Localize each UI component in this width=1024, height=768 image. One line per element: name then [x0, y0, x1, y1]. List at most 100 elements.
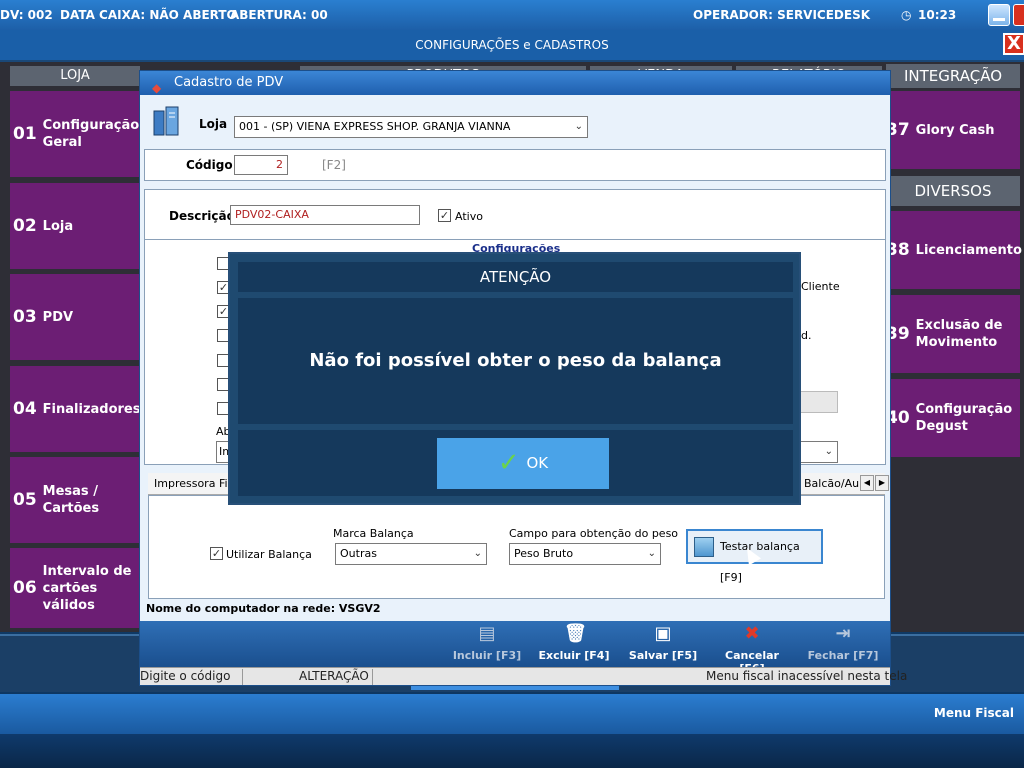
- tile-label: Licenciamento: [915, 242, 1022, 258]
- utilizar-balanca-checkbox[interactable]: ✓: [210, 547, 223, 560]
- status-divider: [372, 669, 373, 685]
- tile-loja[interactable]: 02 Loja: [10, 183, 140, 269]
- incluir-button[interactable]: ▤ Incluir [F3]: [452, 623, 522, 662]
- clock-time: 10:23: [918, 8, 957, 22]
- descricao-input[interactable]: PDV02-CAIXA: [230, 205, 420, 225]
- menu-fiscal-link[interactable]: Menu Fiscal: [934, 706, 1014, 720]
- marca-balanca-select[interactable]: Outras ⌄: [335, 543, 487, 565]
- chevron-down-icon: ⌄: [473, 548, 482, 559]
- window-title: CONFIGURAÇÕES e CADASTROS: [0, 30, 1024, 60]
- nome-computador: Nome do computador na rede: VSGV2: [146, 602, 381, 615]
- app-screen: DV: 002 DATA CAIXA: NÃO ABERTO ABERTURA:…: [0, 0, 1024, 768]
- dialog-toolbar: ▤ Incluir [F3] 🗑 Excluir [F4] ▣ Salvar […: [140, 621, 890, 675]
- tile-label: PDV: [42, 309, 74, 325]
- campo-peso-value: Peso Bruto: [514, 547, 574, 560]
- loja-select[interactable]: 001 - (SP) VIENA EXPRESS SHOP. GRANJA VI…: [234, 116, 588, 138]
- tile-configuracao-degust[interactable]: 40 Configuração Degust: [886, 379, 1020, 457]
- campo-peso-label: Campo para obtenção do peso: [509, 527, 679, 540]
- fechar-label: Fechar [F7]: [807, 649, 879, 662]
- codigo-label: Código: [186, 158, 233, 172]
- tile-configuracao-geral[interactable]: 01 Configuração Geral: [10, 91, 140, 177]
- tile-label: Configuração Degust: [915, 402, 1013, 434]
- scale-test-icon: [694, 537, 714, 557]
- tile-number: 04: [13, 399, 37, 419]
- tile-intervalo-cartoes[interactable]: 06 Intervalo de cartões válidos: [10, 548, 140, 628]
- tile-number: 01: [13, 124, 37, 144]
- chevron-down-icon: ⌄: [824, 446, 833, 457]
- utilizar-balanca-label: Utilizar Balança: [226, 548, 312, 561]
- exit-door-icon: ⇥: [835, 623, 851, 644]
- add-document-icon: ▤: [478, 623, 496, 644]
- attention-modal: ATENÇÃO Não foi possível obter o peso da…: [228, 252, 801, 505]
- dialog-titlebar: ◆ Cadastro de PDV: [140, 71, 890, 95]
- ativo-checkbox[interactable]: ✓: [438, 209, 451, 222]
- tile-number: 05: [13, 490, 37, 510]
- tile-licenciamento[interactable]: 38 Licenciamento: [886, 211, 1022, 289]
- tab-impressora-fiscal[interactable]: Impressora Fisc: [154, 477, 239, 490]
- salvar-button[interactable]: ▣ Salvar [F5]: [628, 623, 698, 662]
- tile-glory-cash[interactable]: 37 Glory Cash: [886, 91, 1020, 169]
- marca-balanca-value: Outras: [340, 547, 377, 560]
- divider: [144, 239, 886, 240]
- ok-label: OK: [526, 454, 549, 472]
- minimize-button[interactable]: [988, 4, 1010, 26]
- column-header-loja: LOJA: [10, 66, 140, 86]
- tab-scroll-right-icon[interactable]: ▶: [875, 475, 889, 491]
- tile-label: Configuração Geral: [42, 118, 140, 150]
- tab-scroll-left-icon[interactable]: ◀: [860, 475, 874, 491]
- disabled-select: [800, 391, 838, 413]
- tile-pdv[interactable]: 03 PDV: [10, 274, 140, 360]
- tile-finalizadores[interactable]: 04 Finalizadores: [10, 366, 141, 452]
- save-disk-icon: ▣: [654, 623, 672, 644]
- close-config-button[interactable]: X: [1003, 33, 1024, 55]
- abertura: ABERTURA: 00: [230, 8, 328, 22]
- active-indicator: [411, 686, 619, 690]
- app-close-button[interactable]: [1013, 4, 1024, 26]
- loja-label: Loja: [199, 117, 228, 131]
- tile-exclusao-movimento[interactable]: 39 Exclusão de Movimento: [886, 295, 1020, 373]
- attention-message: Não foi possível obter o peso da balança: [238, 298, 793, 424]
- section-diversos: DIVERSOS: [886, 176, 1020, 206]
- status-message: Menu fiscal inacessível nesta tela: [706, 669, 908, 683]
- tile-mesas-cartoes[interactable]: 05 Mesas / Cartões: [10, 457, 140, 543]
- tile-label: Mesas / Cartões: [42, 484, 100, 516]
- cancel-x-icon: ✖: [744, 623, 760, 644]
- excluir-button[interactable]: 🗑 Excluir [F4]: [538, 623, 610, 662]
- tile-label: Glory Cash: [915, 122, 995, 138]
- right-text-cliente: Cliente: [801, 280, 840, 293]
- chevron-down-icon: ⌄: [647, 548, 656, 559]
- campo-peso-select[interactable]: Peso Bruto ⌄: [509, 543, 661, 565]
- top-status-bar: DV: 002 DATA CAIXA: NÃO ABERTO ABERTURA:…: [0, 0, 1024, 30]
- pdv-number: DV: 002: [0, 8, 53, 22]
- desktop-background: [0, 734, 1024, 768]
- tile-label: Loja: [42, 218, 74, 234]
- right-text-d: d.: [801, 329, 812, 342]
- footer-bar: Menu Fiscal: [0, 694, 1024, 734]
- excluir-label: Excluir [F4]: [538, 649, 610, 662]
- marca-balanca-label: Marca Balança: [333, 527, 414, 540]
- incluir-label: Incluir [F3]: [452, 649, 522, 662]
- server-icon: [152, 105, 182, 137]
- descricao-label: Descrição: [169, 209, 235, 223]
- dialog-app-icon: ◆: [152, 81, 162, 95]
- tile-number: 02: [13, 216, 37, 236]
- tile-label: Finalizadores: [42, 401, 141, 417]
- tab-balcao[interactable]: Balcão/Au: [804, 477, 859, 490]
- tile-number: 03: [13, 307, 37, 327]
- chevron-down-icon: ⌄: [574, 121, 583, 132]
- tile-number: 06: [13, 578, 37, 598]
- data-caixa: DATA CAIXA: NÃO ABERTO: [60, 8, 237, 22]
- clock-icon: ◷: [901, 8, 912, 22]
- fechar-button[interactable]: ⇥ Fechar [F7]: [807, 623, 879, 662]
- ok-button[interactable]: ✓ OK: [437, 438, 609, 489]
- codigo-input[interactable]: 2: [234, 155, 288, 175]
- attention-footer: ✓ OK: [238, 430, 793, 496]
- operador: OPERADOR: SERVICEDESK: [693, 8, 871, 22]
- status-bar: Digite o código ALTERAÇÃO Menu fiscal in…: [140, 667, 907, 685]
- right-select[interactable]: ⌄: [800, 441, 838, 463]
- column-header-integracao: INTEGRAÇÃO: [886, 64, 1020, 88]
- ativo-label: Ativo: [455, 210, 483, 223]
- tile-label: Exclusão de Movimento: [915, 318, 1003, 350]
- status-divider: [242, 669, 243, 685]
- check-icon: ✓: [497, 448, 520, 478]
